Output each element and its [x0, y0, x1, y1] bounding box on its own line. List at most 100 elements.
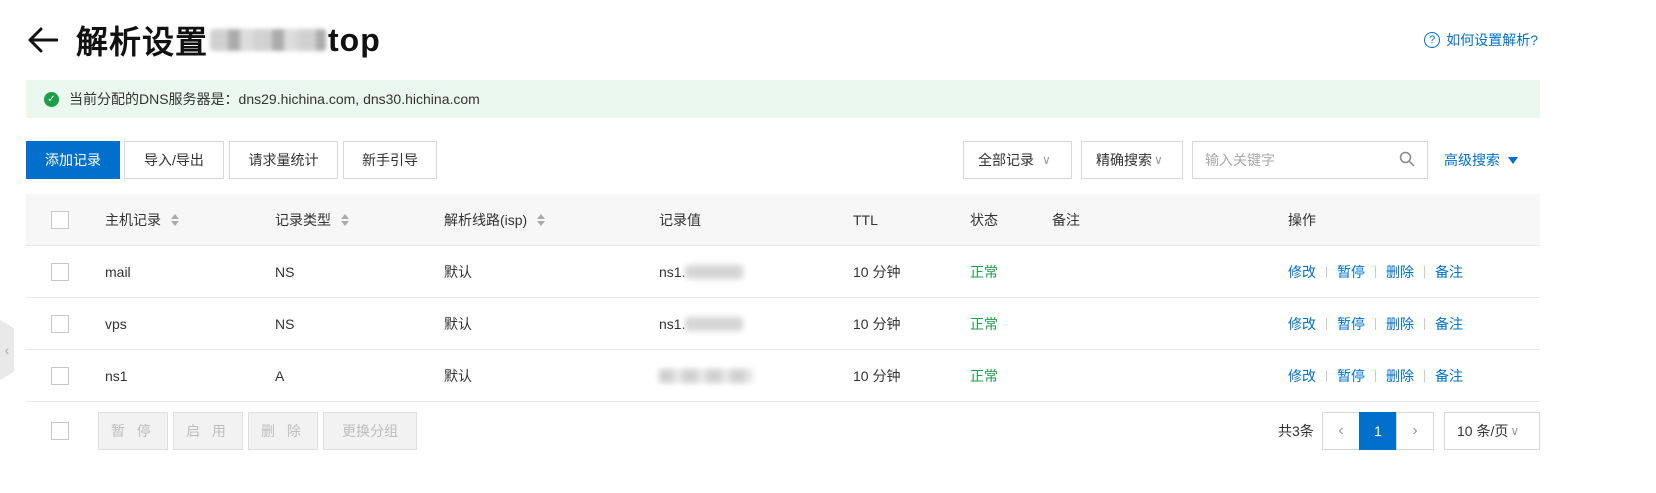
remark-link[interactable]: 备注 — [1435, 314, 1463, 334]
page-1-button[interactable]: 1 — [1359, 412, 1397, 450]
advanced-search-toggle[interactable]: 高级搜索 — [1444, 141, 1518, 179]
cell-ttl: 10 分钟 — [853, 368, 901, 384]
bulk-delete-button[interactable]: 删 除 — [248, 412, 318, 450]
chevron-down-icon: ∨ — [1042, 153, 1051, 167]
redacted-value — [685, 265, 744, 279]
beginner-guide-button[interactable]: 新手引导 — [343, 141, 437, 179]
header-type-label: 记录类型 — [275, 212, 331, 228]
cell-ttl: 10 分钟 — [853, 316, 901, 332]
pause-link[interactable]: 暂停 — [1337, 366, 1365, 386]
cell-type: A — [275, 368, 285, 384]
notice-text: 当前分配的DNS服务器是：dns29.hichina.com, dns30.hi… — [69, 91, 480, 107]
total-count: 共3条 — [1278, 423, 1314, 439]
bulk-enable-button[interactable]: 启 用 — [173, 412, 243, 450]
delete-link[interactable]: 删除 — [1386, 366, 1414, 386]
change-group-button[interactable]: 更换分组 — [323, 412, 417, 450]
cell-value: ns1. — [659, 298, 744, 350]
header-remark: 备注 — [1052, 212, 1080, 228]
pause-link[interactable]: 暂停 — [1337, 314, 1365, 334]
cell-host: mail — [105, 264, 131, 280]
header-ttl: TTL — [853, 212, 878, 228]
cell-line: 默认 — [444, 316, 472, 332]
sort-icon — [341, 214, 349, 226]
cell-line: 默认 — [444, 264, 472, 280]
side-collapse-tab[interactable]: ‹ — [0, 319, 14, 381]
caret-down-icon — [1508, 156, 1518, 164]
header-line-label: 解析线路(isp) — [444, 212, 528, 228]
row-actions: 修改 暂停 删除 备注 — [1288, 298, 1463, 350]
help-link-label: 如何设置解析? — [1446, 32, 1538, 48]
cell-value-text: ns1. — [659, 316, 686, 332]
select-all-cell — [51, 194, 69, 246]
question-circle-icon: ? — [1424, 32, 1441, 48]
dns-server-notice: ✓ 当前分配的DNS服务器是：dns29.hichina.com, dns30.… — [26, 80, 1540, 118]
back-arrow-icon[interactable] — [26, 23, 60, 57]
cell-status: 正常 — [970, 368, 998, 384]
table-row: ns1 A 默认 10 分钟 正常 修改 暂停 删除 备注 — [26, 350, 1540, 402]
remark-link[interactable]: 备注 — [1435, 366, 1463, 386]
edit-link[interactable]: 修改 — [1288, 262, 1316, 282]
delete-link[interactable]: 删除 — [1386, 314, 1414, 334]
page-size-select[interactable]: 10 条/页 ∨ — [1444, 412, 1540, 450]
table-row: vps NS 默认 ns1. 10 分钟 正常 修改 暂停 删除 备注 — [26, 298, 1540, 350]
cell-type: NS — [275, 264, 295, 280]
bulk-pause-button[interactable]: 暂 停 — [98, 412, 168, 450]
chevron-left-icon: ‹ — [4, 342, 10, 358]
cell-value: ns1. — [659, 246, 744, 298]
header-type[interactable]: 记录类型 — [275, 194, 349, 246]
cell-host: ns1 — [105, 368, 128, 384]
cell-type: NS — [275, 316, 295, 332]
cell-ttl: 10 分钟 — [853, 264, 901, 280]
page-size-value: 10 条/页 — [1457, 423, 1509, 439]
chevron-down-icon: ∨ — [1510, 424, 1520, 438]
pause-link[interactable]: 暂停 — [1337, 262, 1365, 282]
chevron-left-icon: ‹ — [1338, 422, 1344, 439]
cell-value — [659, 350, 753, 402]
table-row: mail NS 默认 ns1. 10 分钟 正常 修改 暂停 删除 备注 — [26, 246, 1540, 298]
toolbar: 添加记录 导入/导出 请求量统计 新手引导 全部记录 ∨ 精确搜索 ∨ 高级搜索 — [26, 141, 1540, 181]
record-filter-select[interactable]: 全部记录 ∨ — [963, 141, 1072, 179]
bulk-select-checkbox[interactable] — [51, 422, 69, 440]
sort-icon — [537, 214, 546, 226]
add-record-button[interactable]: 添加记录 — [26, 141, 120, 179]
prev-page-button[interactable]: ‹ — [1322, 412, 1360, 450]
chevron-right-icon: › — [1412, 422, 1418, 439]
remark-link[interactable]: 备注 — [1435, 262, 1463, 282]
header-line[interactable]: 解析线路(isp) — [444, 194, 546, 246]
cell-status: 正常 — [970, 264, 998, 280]
redacted-value — [659, 369, 753, 383]
chevron-down-icon: ∨ — [1154, 153, 1163, 167]
row-checkbox[interactable] — [51, 263, 69, 281]
header-host[interactable]: 主机记录 — [105, 194, 179, 246]
check-circle-icon: ✓ — [44, 91, 59, 107]
page-title-prefix: 解析设置 — [76, 24, 209, 60]
dns-records-table: 主机记录 记录类型 解析线路(isp) 记录值 TTL 状态 备注 操作 mai… — [26, 194, 1540, 402]
search-box — [1192, 141, 1428, 179]
import-export-button[interactable]: 导入/导出 — [124, 141, 224, 179]
page-title: 解析设置 top — [76, 17, 381, 63]
search-input[interactable] — [1205, 152, 1399, 168]
edit-link[interactable]: 修改 — [1288, 314, 1316, 334]
table-footer: 暂 停 启 用 删 除 更换分组 共3条 ‹ 1 › 10 条/页 ∨ — [26, 412, 1540, 450]
edit-link[interactable]: 修改 — [1288, 366, 1316, 386]
redacted-value — [685, 317, 744, 331]
header-actions: 操作 — [1288, 212, 1316, 228]
cell-value-text: ns1. — [659, 264, 686, 280]
request-stats-button[interactable]: 请求量统计 — [229, 141, 338, 179]
row-checkbox[interactable] — [51, 315, 69, 333]
record-filter-value: 全部记录 — [978, 152, 1034, 168]
header-value: 记录值 — [659, 212, 701, 228]
next-page-button[interactable]: › — [1396, 412, 1434, 450]
search-mode-select[interactable]: 精确搜索 ∨ — [1081, 141, 1183, 179]
delete-link[interactable]: 删除 — [1386, 262, 1414, 282]
redacted-domain — [210, 29, 327, 51]
page-title-suffix: top — [328, 21, 381, 58]
help-link[interactable]: ? 如何设置解析? — [1424, 30, 1538, 50]
header-status: 状态 — [970, 212, 998, 228]
row-checkbox[interactable] — [51, 367, 69, 385]
row-actions: 修改 暂停 删除 备注 — [1288, 350, 1463, 402]
search-icon[interactable] — [1399, 151, 1415, 170]
sort-icon — [171, 214, 179, 226]
row-actions: 修改 暂停 删除 备注 — [1288, 246, 1463, 298]
select-all-checkbox[interactable] — [51, 211, 69, 229]
